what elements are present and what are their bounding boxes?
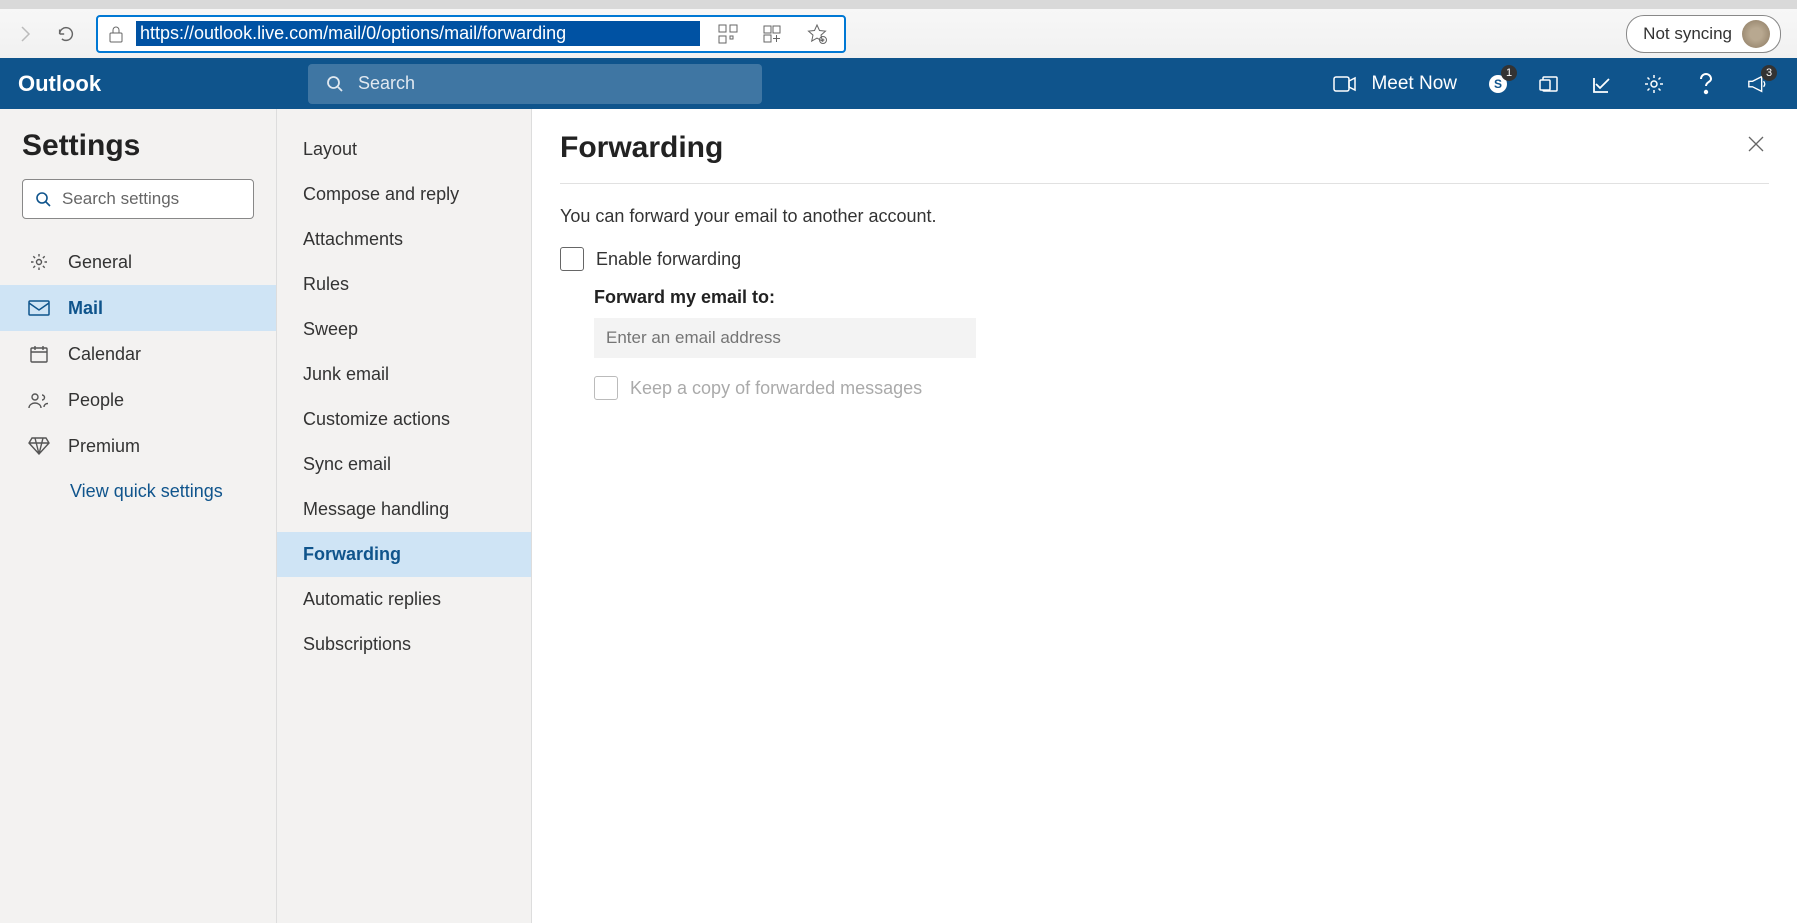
help-icon[interactable] [1695, 73, 1717, 95]
svg-text:S: S [1494, 77, 1502, 91]
people-icon [28, 389, 50, 411]
skype-icon[interactable]: S 1 [1487, 73, 1509, 95]
sync-button[interactable]: Not syncing [1626, 15, 1781, 53]
browser-toolbar: https://outlook.live.com/mail/0/options/… [0, 0, 1797, 58]
meet-now-button[interactable]: Meet Now [1333, 73, 1457, 95]
category-people[interactable]: People [0, 377, 276, 423]
forward-icon[interactable] [16, 24, 36, 44]
detail-title: Forwarding [560, 131, 723, 165]
megaphone-icon[interactable]: 3 [1747, 73, 1769, 95]
settings-title: Settings [0, 129, 276, 179]
subnav-attachments[interactable]: Attachments [277, 217, 531, 262]
settings-content: Settings Search settings General Mail Ca… [0, 109, 1797, 923]
category-mail[interactable]: Mail [0, 285, 276, 331]
enable-forwarding-checkbox[interactable] [560, 247, 584, 271]
subnav-sweep[interactable]: Sweep [277, 307, 531, 352]
keep-copy-label: Keep a copy of forwarded messages [630, 378, 922, 399]
subnav-sync[interactable]: Sync email [277, 442, 531, 487]
category-calendar[interactable]: Calendar [0, 331, 276, 377]
announce-badge: 3 [1761, 65, 1777, 81]
subnav-layout[interactable]: Layout [277, 127, 531, 172]
subnav-customize[interactable]: Customize actions [277, 397, 531, 442]
enable-forwarding-row: Enable forwarding [560, 247, 1769, 271]
header-actions: Meet Now S 1 3 [1333, 73, 1797, 95]
diamond-icon [28, 435, 50, 457]
category-label: General [68, 252, 132, 273]
subnav-junk[interactable]: Junk email [277, 352, 531, 397]
search-placeholder: Search [358, 73, 415, 94]
detail-description: You can forward your email to another ac… [560, 206, 1769, 227]
app-header: Outlook Search Meet Now S 1 3 [0, 58, 1797, 109]
gear-icon[interactable] [1643, 73, 1665, 95]
profile-avatar [1742, 20, 1770, 48]
forward-to-label: Forward my email to: [594, 287, 1769, 308]
category-general[interactable]: General [0, 239, 276, 285]
subnav-forwarding[interactable]: Forwarding [277, 532, 531, 577]
category-label: Calendar [68, 344, 141, 365]
refresh-icon[interactable] [56, 24, 76, 44]
settings-sidebar: Settings Search settings General Mail Ca… [0, 109, 277, 923]
forward-to-group: Forward my email to: [560, 287, 1769, 358]
forward-email-input[interactable] [594, 318, 976, 358]
category-label: Premium [68, 436, 140, 457]
settings-search-input[interactable]: Search settings [22, 179, 254, 219]
close-icon[interactable] [1743, 131, 1769, 157]
category-label: People [68, 390, 124, 411]
enable-forwarding-label: Enable forwarding [596, 249, 741, 270]
mail-subnav: Layout Compose and reply Attachments Rul… [277, 109, 532, 923]
subnav-compose[interactable]: Compose and reply [277, 172, 531, 217]
gear-icon [28, 251, 50, 273]
app-logo[interactable]: Outlook [0, 71, 308, 97]
collections-icon[interactable] [756, 24, 788, 44]
subnav-subscriptions[interactable]: Subscriptions [277, 622, 531, 667]
subnav-rules[interactable]: Rules [277, 262, 531, 307]
detail-pane: Forwarding You can forward your email to… [532, 109, 1797, 923]
category-premium[interactable]: Premium [0, 423, 276, 469]
url-text[interactable]: https://outlook.live.com/mail/0/options/… [136, 21, 700, 46]
settings-search-placeholder: Search settings [62, 189, 179, 209]
favorite-icon[interactable] [800, 23, 834, 45]
subnav-auto-replies[interactable]: Automatic replies [277, 577, 531, 622]
keep-copy-row: Keep a copy of forwarded messages [560, 376, 1769, 400]
skype-badge: 1 [1501, 65, 1517, 81]
address-bar[interactable]: https://outlook.live.com/mail/0/options/… [96, 15, 846, 53]
meet-now-label: Meet Now [1371, 73, 1457, 95]
search-input[interactable]: Search [308, 64, 762, 104]
sync-label: Not syncing [1643, 24, 1732, 44]
calendar-icon [28, 343, 50, 365]
view-quick-settings-link[interactable]: View quick settings [0, 469, 276, 514]
teams-icon[interactable] [1539, 73, 1561, 95]
qr-icon[interactable] [712, 24, 744, 44]
category-label: Mail [68, 298, 103, 319]
detail-header: Forwarding [560, 131, 1769, 184]
subnav-message-handling[interactable]: Message handling [277, 487, 531, 532]
todo-icon[interactable] [1591, 73, 1613, 95]
lock-icon [108, 25, 124, 43]
keep-copy-checkbox[interactable] [594, 376, 618, 400]
mail-icon [28, 297, 50, 319]
